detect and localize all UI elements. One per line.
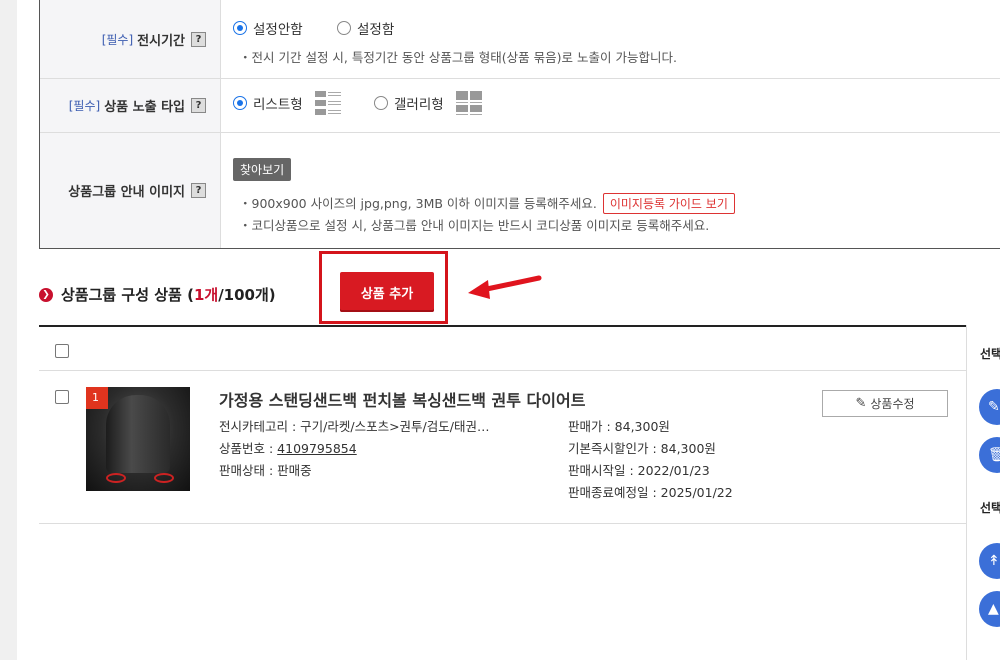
- product-status: 판매상태 : 판매중: [219, 463, 312, 478]
- radio-unselected-icon[interactable]: [337, 21, 351, 35]
- guide-image-cell: 찾아보기 ・900x900 사이즈의 jpg,png, 3MB 이하 이미지를 …: [222, 133, 1000, 248]
- radio-selected-icon[interactable]: [233, 96, 247, 110]
- display-period-header: [필수] 전시기간 ?: [40, 0, 221, 78]
- required-mark: [필수]: [101, 32, 134, 47]
- row-checkbox[interactable]: [55, 390, 69, 404]
- display-period-note: ・전시 기간 설정 시, 특정기간 동안 상품그룹 형태(상품 묶음)로 노출이…: [239, 50, 677, 65]
- chevron-right-icon: ❯: [39, 287, 53, 302]
- rank-badge: 1: [86, 387, 108, 409]
- product-number-link[interactable]: 4109795854: [277, 441, 357, 456]
- select-all-checkbox[interactable]: [55, 344, 69, 358]
- radio-set-period[interactable]: 설정함: [337, 18, 394, 38]
- gallery-layout-icon: [455, 91, 482, 115]
- radio-gallery-type[interactable]: 갤러리형: [374, 91, 482, 115]
- note-text: ・900x900 사이즈의 jpg,png, 3MB 이하 이미지를 등록해주세…: [239, 196, 597, 211]
- section-title-text: 상품그룹 구성 상품 (: [61, 286, 194, 304]
- side-label-selected: 선택: [980, 347, 1000, 361]
- base-ring: [106, 473, 126, 483]
- product-number-row: 상품번호 : 4109795854: [219, 438, 357, 457]
- base-ring: [154, 473, 174, 483]
- required-mark: [필수]: [68, 99, 101, 113]
- image-guide-button[interactable]: 이미지등록 가이드 보기: [602, 193, 735, 214]
- exposure-type-header: [필수] 상품 노출 타입 ?: [40, 79, 221, 132]
- move-top-icon[interactable]: ↟: [979, 543, 1000, 579]
- section-title: ❯ 상품그룹 구성 상품 (1개 /100개): [39, 284, 276, 305]
- add-product-button[interactable]: 상품 추가: [340, 272, 434, 312]
- product-category: 전시카테고리 : 구기/라켓/스포츠>권투/검도/태권…: [219, 419, 490, 434]
- display-period-cell: 설정안함 설정함 ・전시 기간 설정 시, 특정기간 동안 상품그룹 형태(상품…: [222, 0, 1000, 78]
- product-price: 판매가 : 84,300원: [568, 419, 670, 434]
- guide-image-note-2: ・코디상품으로 설정 시, 상품그룹 안내 이미지는 반드시 코디상품 이미지로…: [239, 218, 710, 233]
- edit-icon[interactable]: ✎: [979, 389, 1000, 425]
- help-icon[interactable]: ?: [191, 98, 206, 113]
- list-header: [39, 327, 1000, 371]
- radio-label: 갤러리형: [394, 97, 444, 113]
- settings-form: [필수] 전시기간 ? 설정안함 설정함 ・전시 기간 설정 시, 특정기간 동…: [39, 0, 1000, 249]
- product-list: 1 가정용 스탠딩샌드백 펀치볼 복싱샌드백 권투 다이어트 전시카테고리 : …: [39, 325, 1000, 524]
- radio-no-period[interactable]: 설정안함: [233, 18, 303, 38]
- product-thumbnail[interactable]: 1: [86, 387, 190, 491]
- product-number-label: 상품번호 :: [219, 441, 278, 456]
- side-label-move: 선택: [980, 501, 1000, 515]
- page: [필수] 전시기간 ? 설정안함 설정함 ・전시 기간 설정 시, 특정기간 동…: [17, 0, 1000, 660]
- radio-label: 설정함: [357, 22, 395, 38]
- delete-icon[interactable]: 🗑: [979, 437, 1000, 473]
- guide-image-note-1: ・900x900 사이즈의 jpg,png, 3MB 이하 이미지를 등록해주세…: [239, 193, 735, 214]
- move-up-icon[interactable]: ▲: [979, 591, 1000, 627]
- guide-image-label: 상품그룹 안내 이미지: [68, 185, 185, 200]
- browse-button[interactable]: 찾아보기: [233, 158, 292, 181]
- radio-selected-icon[interactable]: [233, 21, 247, 35]
- product-count: 1개: [193, 286, 219, 304]
- arrow-annotation-icon: [468, 275, 542, 299]
- help-icon[interactable]: ?: [191, 31, 206, 47]
- list-layout-icon: [314, 91, 341, 115]
- radio-unselected-icon[interactable]: [374, 96, 388, 110]
- edit-product-label: 상품수정: [870, 397, 915, 411]
- exposure-type-label: 상품 노출 타입: [104, 100, 185, 115]
- product-end-date: 판매종료예정일 : 2025/01/22: [568, 485, 733, 500]
- exposure-type-cell: 리스트형 갤러리형: [222, 79, 1000, 132]
- section-title-suffix: /100개): [218, 286, 276, 304]
- product-discount-price: 기본즉시할인가 : 84,300원: [568, 441, 716, 456]
- product-row: 1 가정용 스탠딩샌드백 펀치볼 복싱샌드백 권투 다이어트 전시카테고리 : …: [39, 371, 1000, 524]
- punching-bag-shape: [106, 395, 170, 473]
- radio-list-type[interactable]: 리스트형: [233, 91, 341, 115]
- edit-product-button[interactable]: ✎ 상품수정: [822, 390, 948, 417]
- display-period-label: 전시기간: [137, 33, 185, 49]
- product-start-date: 판매시작일 : 2022/01/23: [568, 463, 710, 478]
- guide-image-header: 상품그룹 안내 이미지 ?: [40, 133, 221, 248]
- product-title[interactable]: 가정용 스탠딩샌드백 펀치볼 복싱샌드백 권투 다이어트: [219, 387, 585, 411]
- radio-label: 설정안함: [253, 22, 303, 38]
- row-guide-image: 상품그룹 안내 이미지 ? 찾아보기 ・900x900 사이즈의 jpg,png…: [40, 133, 1000, 248]
- row-exposure-type: [필수] 상품 노출 타입 ? 리스트형 갤러리형: [40, 79, 1000, 133]
- help-icon[interactable]: ?: [191, 183, 206, 198]
- side-panel: 선택 ✎ 🗑 선택 ↟ ▲: [966, 325, 1000, 660]
- pencil-icon: ✎: [855, 396, 867, 411]
- row-display-period: [필수] 전시기간 ? 설정안함 설정함 ・전시 기간 설정 시, 특정기간 동…: [40, 0, 1000, 79]
- radio-label: 리스트형: [253, 97, 303, 113]
